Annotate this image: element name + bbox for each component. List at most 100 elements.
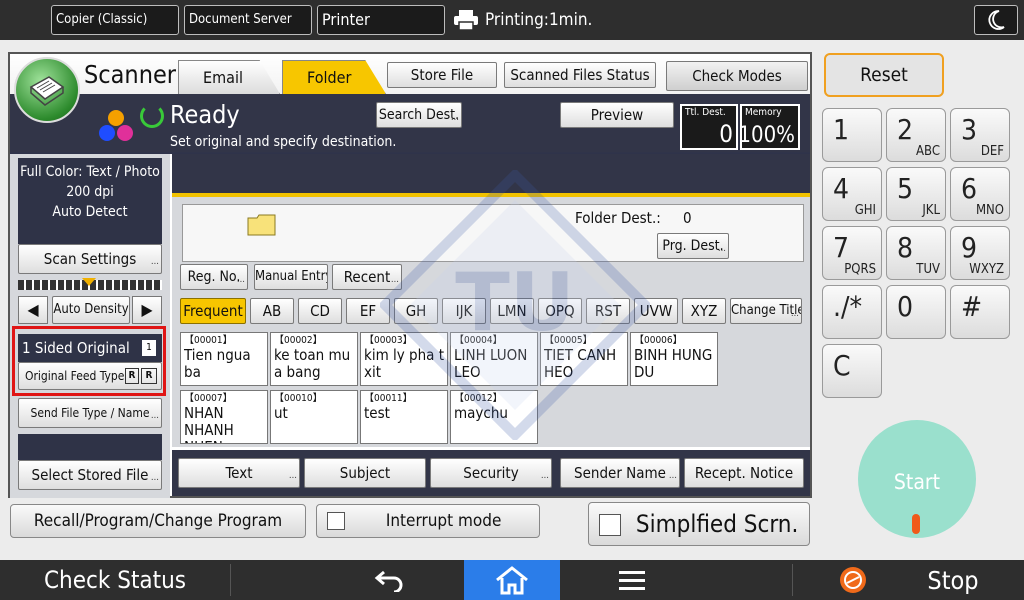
back-button[interactable] — [340, 560, 440, 600]
start-button[interactable]: Start — [858, 420, 976, 538]
color-mode-text: Full Color: Text / Photo — [20, 164, 160, 180]
print-status: Printing:1min. — [453, 7, 592, 33]
density-marker-icon — [82, 278, 96, 286]
destination-tabs — [172, 154, 810, 196]
home-icon — [496, 566, 528, 595]
folder-dest-count: 0 — [683, 209, 692, 227]
top-bar: Copier (Classic) Document Server Printer… — [0, 0, 1024, 40]
filter-key-xyz[interactable]: XYZ — [682, 298, 726, 324]
store-file-button[interactable]: Store File — [387, 62, 497, 88]
destination-item[interactable]: 【00011】 test — [360, 390, 448, 444]
memory-label: Memory — [745, 107, 782, 118]
status-message: Set original and specify destination. — [170, 134, 397, 150]
scanned-files-status-button[interactable]: Scanned Files Status — [504, 62, 656, 88]
key-9[interactable]: 9 WXYZ — [950, 226, 1010, 280]
filter-key-ab[interactable]: AB — [250, 298, 294, 324]
title-filter-row: Frequent AB CD EF GH IJK LMN OPQ RST UVW… — [180, 298, 810, 324]
destination-item[interactable]: 【00002】 ke toan mu a bang — [270, 332, 358, 386]
search-dest-button[interactable]: Search Dest. — [376, 102, 462, 128]
memory-value: 100% — [738, 123, 795, 148]
menu-button[interactable] — [590, 560, 674, 600]
ttl-dest-value: 0 — [719, 120, 733, 148]
bottom-nav-bar: Check Status Stop — [0, 560, 1024, 600]
check-status-button[interactable]: Check Status — [0, 560, 230, 600]
auto-density-button[interactable]: Auto Density — [52, 296, 130, 324]
key-clear[interactable]: C — [822, 344, 882, 398]
key-3[interactable]: 3 DEF — [950, 108, 1010, 162]
back-arrow-icon — [374, 570, 403, 592]
stop-button[interactable]: Stop — [794, 560, 1024, 600]
key-5[interactable]: 5 JKL — [886, 167, 946, 221]
stored-file-display — [18, 434, 162, 460]
destination-item[interactable]: 【00001】 Tien ngua ba — [180, 332, 268, 386]
key-0[interactable]: 0 — [886, 285, 946, 339]
security-button[interactable]: Security — [430, 458, 552, 488]
tab-printer[interactable]: Printer — [317, 5, 445, 35]
filter-key-uvw[interactable]: UVW — [634, 298, 678, 324]
ready-status: Ready — [170, 100, 240, 129]
prg-dest-button[interactable]: Prg. Dest. — [657, 233, 729, 259]
key-1[interactable]: 1 — [822, 108, 882, 162]
key-4[interactable]: 4 GHI — [822, 167, 882, 221]
memory-indicator: Memory 100% — [738, 104, 800, 150]
filter-key-ijk[interactable]: IJK — [442, 298, 486, 324]
scanner-logo-icon — [14, 57, 80, 123]
scanner-panel: Scanner Store File Scanned Files Status … — [8, 52, 812, 498]
density-decrease-button[interactable]: ◀ — [18, 296, 48, 324]
filter-key-rst[interactable]: RST — [586, 298, 630, 324]
tab-copier-classic[interactable]: Copier (Classic) — [51, 5, 179, 35]
check-modes-button[interactable]: Check Modes — [666, 61, 808, 91]
destination-item[interactable]: 【00007】NHAN NHANH NHEN — [180, 390, 268, 444]
nav-divider — [230, 564, 231, 596]
filter-key-frequent[interactable]: Frequent — [180, 298, 246, 324]
menu-icon — [619, 571, 645, 590]
detect-mode-text: Auto Detect — [52, 204, 128, 220]
filter-key-gh[interactable]: GH — [394, 298, 438, 324]
key-7[interactable]: 7 PQRS — [822, 226, 882, 280]
destination-item[interactable]: 【00005】 TIET CANH HEO — [540, 332, 628, 386]
page-title: Scanner — [84, 60, 177, 89]
filter-key-cd[interactable]: CD — [298, 298, 342, 324]
nav-divider — [792, 564, 793, 596]
text-button[interactable]: Text — [178, 458, 300, 488]
destination-item[interactable]: 【00006】 BINH HUNG DU — [630, 332, 718, 386]
key-6[interactable]: 6 MNO — [950, 167, 1010, 221]
interrupt-mode-button[interactable]: Interrupt mode — [316, 504, 540, 538]
recent-button[interactable]: Recent — [332, 264, 402, 290]
destination-item[interactable]: 【00012】 maychu — [450, 390, 538, 444]
key-2[interactable]: 2 ABC — [886, 108, 946, 162]
ttl-dest-label: Ttl. Dest. — [685, 107, 726, 118]
scan-settings-button[interactable]: Scan Settings — [18, 244, 162, 274]
color-mode-icon — [99, 110, 133, 141]
energy-saver-button[interactable] — [974, 5, 1018, 35]
sender-name-button[interactable]: Sender Name — [560, 458, 680, 488]
key-8[interactable]: 8 TUV — [886, 226, 946, 280]
total-destinations-counter: Ttl. Dest. 0 — [680, 104, 738, 150]
send-file-type-button[interactable]: Send File Type / Name — [18, 398, 162, 428]
filter-key-lmn[interactable]: LMN — [490, 298, 534, 324]
preview-button[interactable]: Preview — [560, 102, 674, 128]
manual-entry-button[interactable]: Manual Entry — [254, 264, 328, 290]
reg-no-button[interactable]: Reg. No. — [180, 264, 248, 290]
reset-button[interactable]: Reset — [824, 53, 944, 97]
select-stored-file-button[interactable]: Select Stored File — [18, 460, 162, 490]
destination-item[interactable]: 【00004】 LINH LUON LEO — [450, 332, 538, 386]
key-hash[interactable]: # — [950, 285, 1010, 339]
tab-document-server[interactable]: Document Server — [184, 5, 312, 35]
recept-notice-button[interactable]: Recept. Notice — [684, 458, 804, 488]
density-increase-button[interactable]: ▶ — [132, 296, 162, 324]
filter-key-opq[interactable]: OPQ — [538, 298, 582, 324]
key-dot-star[interactable]: ./* — [822, 285, 882, 339]
resolution-text: 200 dpi — [66, 184, 114, 200]
recall-program-button[interactable]: Recall/Program/Change Program — [10, 504, 306, 538]
interrupt-checkbox — [327, 512, 345, 530]
home-button[interactable] — [464, 560, 560, 600]
ready-status-icon — [140, 104, 164, 128]
destination-item[interactable]: 【00003】 kim ly pha t xit — [360, 332, 448, 386]
filter-key-ef[interactable]: EF — [346, 298, 390, 324]
subject-button[interactable]: Subject — [304, 458, 426, 488]
change-title-button[interactable]: Change Title — [730, 298, 802, 324]
destination-item[interactable]: 【00010】 ut — [270, 390, 358, 444]
simplified-screen-button[interactable]: Simplfied Scrn. — [588, 502, 810, 546]
interrupt-label: Interrupt mode — [385, 511, 502, 531]
